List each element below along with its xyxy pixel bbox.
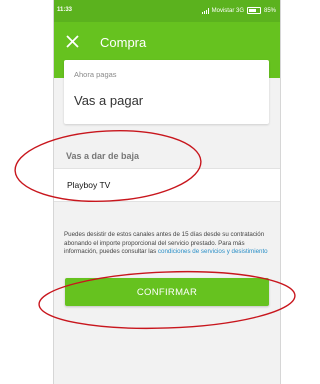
battery-percent: 85% [263, 7, 276, 14]
battery-icon [246, 7, 261, 14]
status-indicators: Movistar 3G 85% [201, 7, 276, 14]
carrier-label: Movistar 3G [211, 7, 244, 14]
unsubscribe-section-title: Vas a dar de baja [66, 151, 140, 161]
list-item: Playboy TV [54, 168, 280, 202]
channel-name: Playboy TV [67, 180, 111, 190]
phone-screen: 11:33 Movistar 3G 85% Compra Ahora pagas… [53, 0, 281, 384]
payment-label: Ahora pagas [74, 70, 117, 79]
payment-summary-card: Ahora pagas Vas a pagar [64, 60, 269, 124]
conditions-link[interactable]: condiciones de servicios y desistimiento [158, 248, 268, 255]
withdrawal-info: Puedes desistir de estos canales antes d… [64, 231, 274, 257]
page-title: Compra [100, 35, 147, 50]
confirm-button[interactable]: CONFIRMAR [65, 278, 269, 306]
status-time: 11:33 [57, 7, 73, 13]
close-icon[interactable] [64, 33, 81, 50]
signal-icon [201, 7, 209, 14]
payment-value: Vas a pagar [74, 93, 144, 108]
app-bar: Compra [54, 22, 280, 62]
status-bar: 11:33 Movistar 3G 85% [54, 0, 280, 22]
